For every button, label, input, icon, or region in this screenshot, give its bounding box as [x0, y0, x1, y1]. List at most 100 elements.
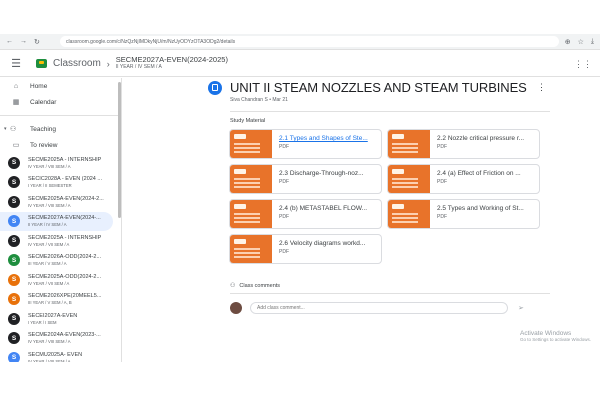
material-title: 2.6 Velocity diagrams workd... [279, 240, 366, 247]
browser-actions: ⊕ ☆ ⤓ [565, 38, 594, 46]
sidebar-item-home[interactable]: ⌂ Home [0, 78, 121, 94]
class-name: SECME2025A-ODD(2024-2... [28, 273, 102, 280]
class-subtitle: III YEAR / V SEM / A, B [28, 300, 72, 306]
sidebar-item-teaching[interactable]: ▾ ⚇ Teaching [0, 121, 121, 137]
class-name: SECME2025A - INTERNSHIP [28, 156, 102, 163]
material-card[interactable]: 2.5 Types and Working of St... PDF [387, 199, 540, 229]
home-icon: ⌂ [13, 82, 19, 90]
header-divider [230, 111, 550, 112]
sidebar-class-item[interactable]: S SECME2025A-EVEN(2024-2... IV YEAR / VIII… [0, 192, 121, 212]
class-avatar: S [8, 176, 20, 189]
class-subtitle: IV YEAR / VIII SEM / A [28, 163, 71, 169]
sidebar-class-item[interactable]: S SECME2025A - INTERNSHIP IV YEAR / VII SE… [0, 231, 121, 251]
post-header: UNIT II STEAM NOZZLES AND STEAM TURBINES… [208, 80, 560, 95]
sidebar-class-item[interactable]: S SECEI2027A-EVEN I YEAR / I SEM [0, 309, 121, 329]
page-title: UNIT II STEAM NOZZLES AND STEAM TURBINES [230, 80, 527, 95]
sidebar-item-label: Home [30, 82, 48, 90]
sidebar-class-item[interactable]: S SECIC2028A - EVEN (2024 ... I YEAR / II … [0, 173, 121, 193]
card-text: 2.4 (a) Effect of Friction on ... PDF [430, 165, 521, 193]
class-text: SECEI2027A-EVEN I YEAR / I SEM [28, 313, 77, 325]
material-type: PDF [279, 214, 289, 220]
material-title: 2.4 (b) METASTABEL FLOW... [279, 205, 368, 212]
app-header: ☰ Classroom › SECME2027A-EVEN(2024-2025)… [0, 51, 600, 77]
sidebar-class-item[interactable]: S SECME2027A-EVEN(2024-... II YEAR / IV SE… [0, 211, 113, 231]
pdf-thumbnail [388, 165, 430, 193]
material-title: 2.5 Types and Working of St... [437, 205, 524, 212]
sidebar-class-item[interactable]: S SECME2026XPE(20MEEL5... III YEAR / V SEM… [0, 290, 121, 310]
more-options-icon[interactable]: ⋮ [537, 82, 546, 93]
pdf-thumbnail [388, 130, 430, 158]
class-text: SECME2024A-EVEN(2023-... IV YEAR / VIII S… [28, 332, 101, 344]
chevron-right-icon: › [106, 58, 110, 69]
class-name: SECME2024A-EVEN(2023-... [28, 332, 101, 339]
pdf-thumbnail [230, 235, 272, 263]
sidebar-class-item[interactable]: S SECME2025A - INTERNSHIP IV YEAR / VIII S… [0, 153, 121, 173]
material-type: PDF [437, 144, 447, 150]
classroom-logo[interactable] [36, 59, 47, 68]
download-icon[interactable]: ⤓ [591, 38, 594, 46]
class-avatar: S [8, 254, 20, 267]
sidebar-class-item[interactable]: S SECMU2025A- EVEN IV YEAR / VIII SEM / A [0, 348, 121, 362]
send-icon[interactable]: ➢ [518, 304, 524, 312]
main-content: UNIT II STEAM NOZZLES AND STEAM TURBINES… [200, 80, 560, 264]
section-title: Study Material [230, 118, 266, 124]
pdf-thumbnail [230, 165, 272, 193]
material-card[interactable]: 2.3 Discharge-Through-noz... PDF [229, 164, 382, 194]
sidebar-item-label: To review [30, 141, 58, 149]
comments-header: ⚇ Class comments [230, 282, 550, 294]
nav-buttons: ← → ↻ [6, 38, 54, 46]
class-avatar: S [8, 215, 20, 228]
class-name: SECMU2025A- EVEN [28, 351, 83, 358]
material-title: 2.1 Types and Shapes of Ste... [279, 135, 368, 142]
material-card[interactable]: 2.4 (b) METASTABEL FLOW... PDF [229, 199, 382, 229]
materials-grid: 2.1 Types and Shapes of Ste... PDF 2.2 Noz… [229, 129, 560, 264]
class-avatar: S [8, 312, 20, 325]
google-apps-icon[interactable]: ⋮⋮ [574, 59, 592, 70]
comment-row: ➢ [230, 302, 550, 314]
address-bar[interactable]: classroom.google.com/c/NzQzNjIMDkyNjU/m/… [60, 36, 559, 47]
activation-watermark: Activate Windows Go to Settings to activ… [520, 330, 591, 342]
card-text: 2.3 Discharge-Through-noz... PDF [272, 165, 364, 193]
class-name: SECEI2027A-EVEN [28, 312, 78, 319]
comments-label: Class comments [239, 282, 281, 289]
class-name: SECME2027A-EVEN(2024-... [28, 215, 101, 222]
class-avatar: S [8, 293, 20, 306]
people-icon: ⚇ [230, 283, 236, 289]
sidebar-item-to-review[interactable]: ▭ To review [0, 137, 121, 153]
zoom-icon[interactable]: ⊕ [565, 38, 571, 46]
brand-name[interactable]: Classroom [53, 58, 101, 69]
reload-icon[interactable]: ↻ [34, 38, 40, 46]
star-icon[interactable]: ☆ [578, 38, 584, 46]
comment-input[interactable] [250, 302, 508, 314]
material-type: PDF [437, 214, 447, 220]
class-name: SECME2026XPE(20MEEL5... [28, 293, 102, 300]
class-text: SECME2025A-EVEN(2024-2... IV YEAR / VIII … [28, 196, 104, 208]
avatar [230, 302, 242, 314]
post-author: Siva Chandran S • Mar 21 [230, 97, 288, 103]
back-icon[interactable]: ← [6, 38, 13, 46]
main-menu-icon[interactable]: ☰ [4, 57, 28, 70]
sidebar-class-item[interactable]: S SECME2026A-ODD(2024-2... III YEAR / V SE… [0, 251, 121, 271]
sidebar-scrollbar[interactable] [118, 82, 121, 218]
pdf-thumbnail [230, 200, 272, 228]
class-text: SECIC2028A - EVEN (2024 ... I YEAR / II S… [28, 176, 102, 188]
url-text: classroom.google.com/c/NzQzNjIMDkyNjU/m/… [66, 38, 236, 45]
class-avatar: S [8, 195, 20, 208]
sidebar-class-item[interactable]: S SECME2024A-EVEN(2023-... IV YEAR / VIII … [0, 329, 121, 349]
material-title: 2.2 Nozzle critical pressure r... [437, 135, 525, 142]
material-card[interactable]: 2.1 Types and Shapes of Ste... PDF [229, 129, 382, 159]
material-card[interactable]: 2.6 Velocity diagrams workd... PDF [229, 234, 382, 264]
breadcrumb[interactable]: SECME2027A-EVEN(2024-2025) II YEAR / IV … [116, 56, 228, 70]
material-card[interactable]: 2.4 (a) Effect of Friction on ... PDF [387, 164, 540, 194]
card-text: 2.2 Nozzle critical pressure r... PDF [430, 130, 524, 158]
forward-icon[interactable]: → [20, 38, 27, 46]
class-text: SECMU2025A- EVEN IV YEAR / VIII SEM / A [28, 352, 82, 362]
material-card[interactable]: 2.2 Nozzle critical pressure r... PDF [387, 129, 540, 159]
class-avatar: S [8, 156, 20, 169]
sidebar-class-item[interactable]: S SECME2025A-ODD(2024-2... IV YEAR / VII S… [0, 270, 121, 290]
sidebar-item-calendar[interactable]: ▦ Calendar [0, 94, 121, 110]
sidebar-item-label: Teaching [30, 125, 57, 133]
people-icon: ⚇ [10, 126, 17, 133]
folder-icon: ▭ [12, 142, 20, 149]
class-list: S SECME2025A - INTERNSHIP IV YEAR / VIII S… [0, 153, 121, 362]
